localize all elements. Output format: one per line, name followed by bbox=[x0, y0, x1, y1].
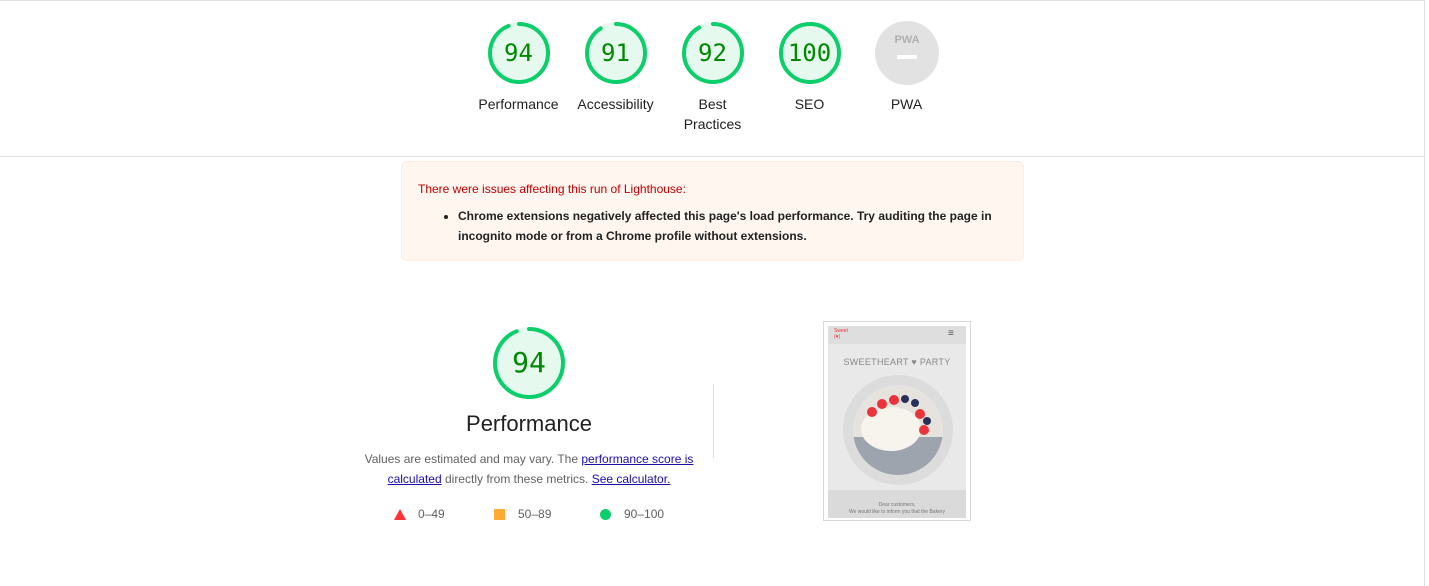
lighthouse-warning-box: There were issues affecting this run of … bbox=[401, 161, 1024, 261]
pwa-badge-text: PWA bbox=[894, 34, 919, 46]
gauge-score: 100 bbox=[787, 39, 832, 67]
strawberry bbox=[889, 395, 899, 405]
gauge-score: 92 bbox=[698, 39, 727, 67]
orange-square-icon bbox=[494, 509, 505, 520]
blueberry bbox=[923, 417, 931, 425]
gauge-ring: 94 bbox=[486, 20, 552, 86]
gauge-performance[interactable]: 94 Performance bbox=[470, 20, 567, 114]
performance-score: 94 bbox=[512, 346, 546, 379]
logo-line: (♥) bbox=[834, 334, 841, 340]
blueberry bbox=[911, 399, 919, 407]
gauge-label: Performance bbox=[478, 96, 559, 112]
strawberry bbox=[877, 399, 887, 409]
desc-text: directly from these metrics. bbox=[441, 472, 592, 486]
vertical-divider bbox=[713, 384, 714, 458]
gauge-label: Best Practices bbox=[683, 96, 742, 132]
legend-range: 0–49 bbox=[418, 507, 445, 521]
screenshot-logo: Sweet (♥) bbox=[834, 328, 848, 340]
category-gauges: 94 Performance 91 Accessibility 92 Best … bbox=[470, 20, 960, 150]
screenshot-notice: Dear customers, We would like to inform … bbox=[828, 490, 966, 518]
gauge-ring: 91 bbox=[583, 20, 649, 86]
gauge-ring: 92 bbox=[680, 20, 746, 86]
gauge-ring: PWA bbox=[874, 20, 940, 86]
screenshot-brand: SWEETHEART ♥ PARTY bbox=[843, 357, 951, 367]
cake-photo bbox=[843, 375, 953, 485]
gauge-score: 91 bbox=[601, 39, 630, 67]
gauge-score: 94 bbox=[504, 39, 533, 67]
performance-summary: 94 Performance Values are estimated and … bbox=[360, 325, 698, 489]
blueberry bbox=[901, 395, 909, 403]
performance-title: Performance bbox=[466, 411, 592, 436]
score-legend: 0–49 50–89 90–100 bbox=[394, 506, 694, 522]
gauge-label: Accessibility bbox=[577, 96, 654, 112]
screenshot-content: Sweet (♥) ≡ SWEETHEART ♥ PARTY Dear cust… bbox=[828, 326, 966, 518]
gauge-label: PWA bbox=[890, 96, 923, 112]
warning-title: There were issues affecting this run of … bbox=[418, 182, 686, 196]
header-separator bbox=[0, 156, 1424, 157]
gauge-best-practices[interactable]: 92 Best Practices bbox=[664, 20, 761, 134]
final-screenshot-thumbnail[interactable]: Sweet (♥) ≡ SWEETHEART ♥ PARTY Dear cust… bbox=[823, 321, 971, 521]
gauge-label: SEO bbox=[794, 96, 825, 112]
gauge-accessibility[interactable]: 91 Accessibility bbox=[567, 20, 664, 114]
green-circle-icon bbox=[600, 509, 611, 520]
pwa-badge-icon: PWA bbox=[874, 21, 939, 85]
legend-range: 50–89 bbox=[518, 507, 552, 521]
screenshot-topbar: Sweet (♥) ≡ bbox=[828, 326, 966, 344]
right-border bbox=[1424, 0, 1425, 586]
gauge-pwa[interactable]: PWA PWA bbox=[858, 20, 955, 114]
see-calculator-link[interactable]: See calculator. bbox=[592, 472, 671, 486]
notice-line: Dear customers, bbox=[878, 502, 916, 508]
gauge-ring: 100 bbox=[777, 20, 843, 86]
notice-line: We would like to inform you that the Bak… bbox=[848, 509, 946, 515]
top-border bbox=[0, 0, 1424, 1]
hamburger-icon: ≡ bbox=[948, 328, 954, 339]
gauge-seo[interactable]: 100 SEO bbox=[761, 20, 858, 114]
strawberry bbox=[919, 425, 929, 435]
performance-gauge[interactable]: 94 bbox=[491, 325, 567, 401]
warning-item: Chrome extensions negatively affected th… bbox=[458, 206, 1018, 246]
performance-description: Values are estimated and may vary. The p… bbox=[360, 449, 698, 489]
strawberry bbox=[867, 407, 877, 417]
red-triangle-icon bbox=[394, 509, 406, 520]
desc-text: Values are estimated and may vary. The bbox=[364, 452, 582, 466]
legend-range: 90–100 bbox=[624, 507, 665, 521]
warning-list: Chrome extensions negatively affected th… bbox=[442, 206, 1018, 246]
cake-dish bbox=[853, 385, 943, 475]
